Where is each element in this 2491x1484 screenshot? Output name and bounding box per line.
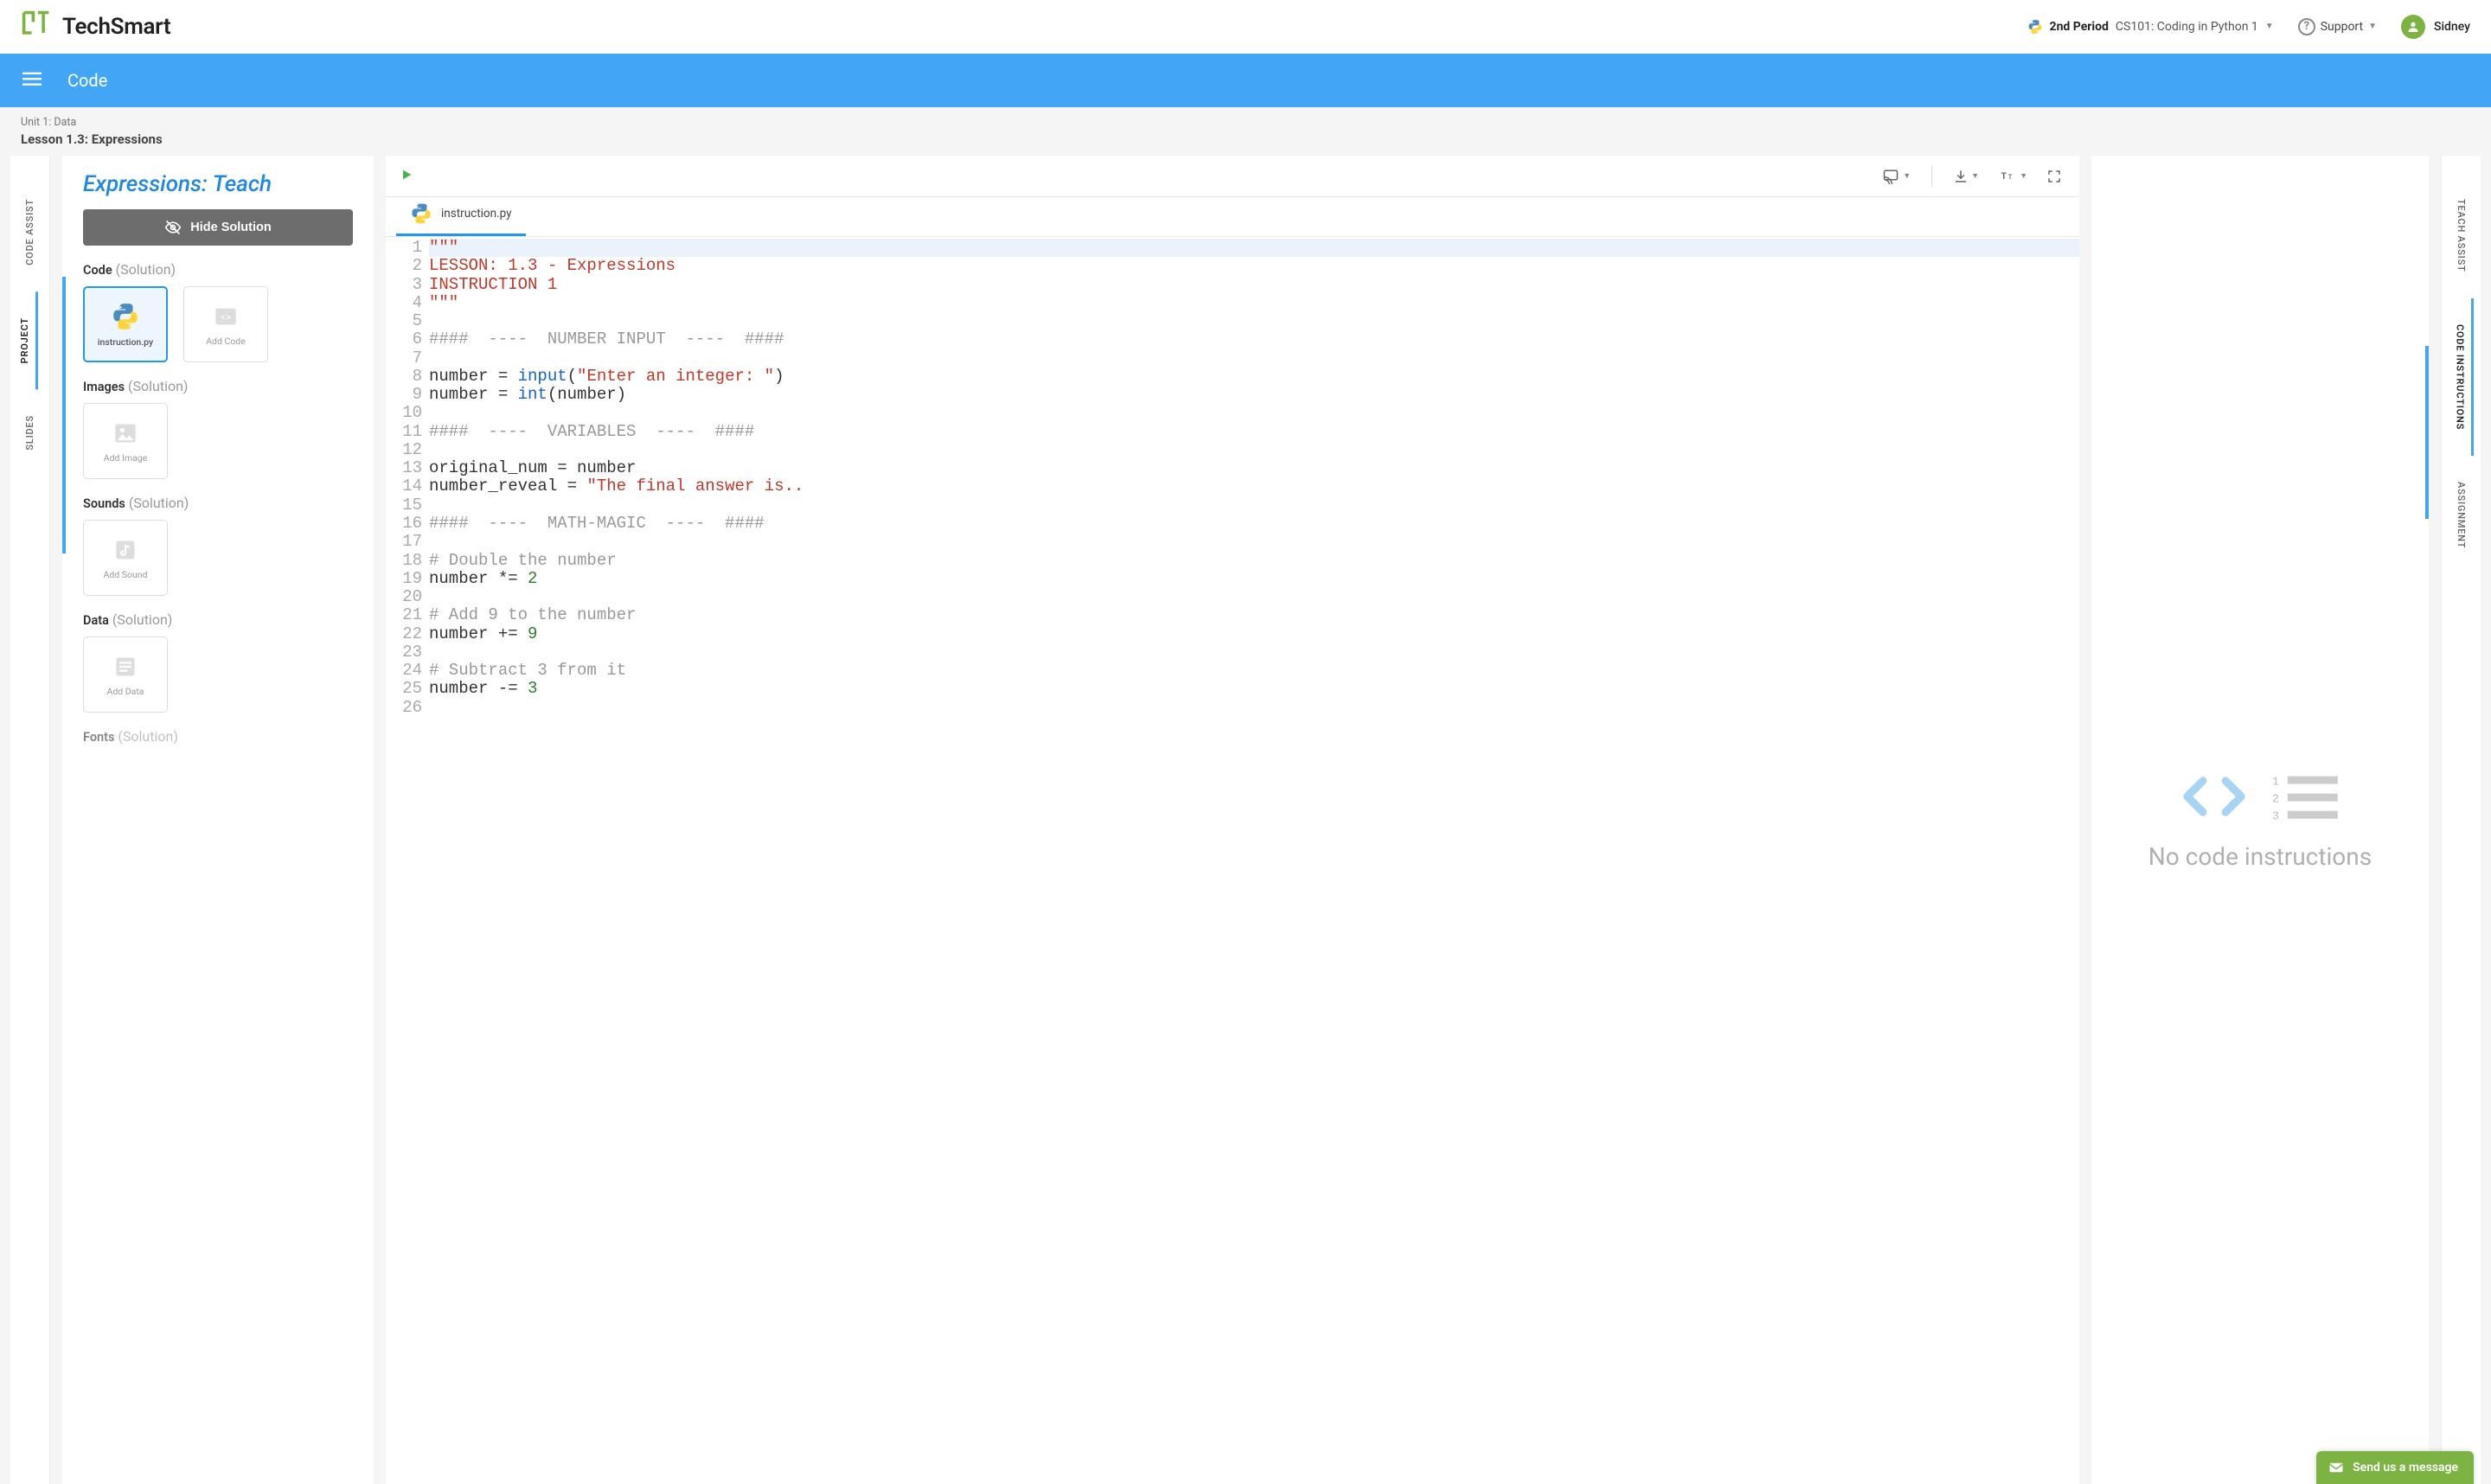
section-sounds: Sounds (Solution) Add Sound (83, 495, 353, 596)
rail-code-assist[interactable]: CODE ASSIST (24, 173, 35, 291)
svg-text:1: 1 (2272, 776, 2279, 789)
add-data-card[interactable]: Add Data (83, 636, 168, 713)
text-size-icon[interactable]: TT▼ (1995, 165, 2031, 188)
file-tab-label: instruction.py (441, 207, 512, 221)
section-sounds-sub: (Solution) (129, 495, 189, 511)
rail-assignment[interactable]: ASSIGNMENT (2456, 456, 2467, 574)
right-rail: TEACH ASSIST CODE INSTRUCTIONS ASSIGNMEN… (2441, 156, 2481, 1484)
active-marker (62, 277, 66, 553)
user-name: Sidney (2434, 20, 2470, 34)
download-icon[interactable]: ▼ (1950, 165, 1982, 188)
svg-text:T: T (2008, 173, 2013, 181)
techsmart-logo-icon (21, 10, 52, 44)
svg-text:T: T (2001, 170, 2008, 182)
brand-logo[interactable]: TechSmart (21, 10, 170, 44)
python-icon (111, 302, 140, 331)
rail-project[interactable]: PROJECT (19, 291, 38, 389)
section-code-label: Code (83, 263, 112, 278)
section-code: Code (Solution) instruction.py <> Add Co… (83, 261, 353, 362)
class-selector[interactable]: 2nd Period CS101: Coding in Python 1 ▼ (2027, 19, 2274, 35)
support-label: Support (2321, 20, 2363, 34)
data-placeholder-icon (108, 653, 143, 681)
svg-text:2: 2 (2272, 793, 2279, 806)
section-data-label: Data (83, 613, 109, 628)
add-sound-card[interactable]: Add Sound (83, 520, 168, 596)
project-panel: Expressions: Teach Hide Solution Code (S… (62, 156, 374, 1484)
menu-icon[interactable] (17, 64, 47, 97)
chat-button[interactable]: Send us a message (2316, 1451, 2474, 1484)
section-images-label: Images (83, 380, 125, 394)
python-icon (2027, 19, 2043, 35)
hide-solution-button[interactable]: Hide Solution (83, 209, 353, 246)
instructions-empty-icon: 1 2 3 (2180, 771, 2340, 822)
main-area: CODE ASSIST PROJECT SLIDES Expressions: … (0, 156, 2491, 1484)
section-code-sub: (Solution) (116, 261, 176, 278)
section-bar: Code (0, 54, 2491, 107)
python-icon (410, 202, 432, 225)
section-fonts-label: Fonts (83, 730, 114, 745)
line-gutter: 1234567891011121314151617181920212223242… (386, 239, 429, 717)
file-tab-row: instruction.py (386, 197, 2079, 237)
top-right-cluster: 2nd Period CS101: Coding in Python 1 ▼ ?… (2027, 15, 2470, 39)
chat-label: Send us a message (2353, 1461, 2458, 1474)
add-code-label: Add Code (206, 336, 246, 347)
rail-code-instructions[interactable]: CODE INSTRUCTIONS (2449, 298, 2474, 456)
breadcrumb-unit: Unit 1: Data (21, 116, 2470, 129)
section-data-sub: (Solution) (112, 611, 172, 628)
sound-placeholder-icon (108, 536, 143, 564)
section-fonts: Fonts (Solution) (83, 728, 353, 745)
brand-name: TechSmart (62, 14, 170, 40)
section-data: Data (Solution) Add Data (83, 611, 353, 713)
period-label: 2nd Period (2050, 20, 2109, 34)
section-title: Code (67, 70, 107, 91)
editor-area: ▼ ▼ TT▼ instruction.py 12345678910111213… (386, 156, 2079, 1484)
code-placeholder-icon: <> (208, 303, 243, 330)
image-placeholder-icon (108, 419, 143, 447)
breadcrumb-lesson: Lesson 1.3: Expressions (21, 131, 2470, 147)
section-images: Images (Solution) Add Image (83, 378, 353, 479)
instructions-pane: 1 2 3 No code instructions (2091, 156, 2429, 1484)
chevron-down-icon: ▼ (2368, 22, 2377, 31)
svg-text:3: 3 (2272, 810, 2279, 819)
code-lines[interactable]: """LESSON: 1.3 - ExpressionsINSTRUCTION … (429, 239, 2079, 717)
user-menu[interactable]: Sidney (2401, 15, 2470, 39)
add-image-card[interactable]: Add Image (83, 403, 168, 479)
section-sounds-label: Sounds (83, 496, 125, 511)
top-header: TechSmart 2nd Period CS101: Coding in Py… (0, 0, 2491, 54)
chevron-down-icon: ▼ (2265, 22, 2274, 31)
add-code-card[interactable]: <> Add Code (183, 286, 268, 362)
fullscreen-icon[interactable] (2043, 165, 2065, 188)
file-card-label: instruction.py (98, 336, 153, 348)
code-brackets-icon (2180, 771, 2248, 822)
project-title: Expressions: Teach (83, 171, 353, 197)
add-data-label: Add Data (106, 686, 144, 697)
list-icon: 1 2 3 (2272, 773, 2340, 820)
section-images-sub: (Solution) (128, 378, 188, 394)
instructions-empty-text: No code instructions (2148, 842, 2372, 871)
hide-solution-label: Hide Solution (190, 221, 271, 234)
rail-slides[interactable]: SLIDES (24, 389, 35, 477)
section-fonts-sub: (Solution) (118, 728, 177, 745)
course-label: CS101: Coding in Python 1 (2116, 20, 2258, 34)
cast-icon[interactable]: ▼ (1878, 165, 1914, 188)
help-icon: ? (2298, 18, 2315, 35)
svg-text:<>: <> (221, 310, 231, 323)
rail-teach-assist[interactable]: TEACH ASSIST (2456, 173, 2467, 298)
editor-toolbar: ▼ ▼ TT▼ (386, 156, 2079, 197)
support-menu[interactable]: ? Support ▼ (2298, 18, 2377, 35)
add-sound-label: Add Sound (103, 569, 147, 580)
breadcrumb: Unit 1: Data Lesson 1.3: Expressions (0, 107, 2491, 147)
code-editor[interactable]: 1234567891011121314151617181920212223242… (386, 237, 2079, 1484)
left-rail: CODE ASSIST PROJECT SLIDES (10, 156, 50, 1484)
file-tab-instruction[interactable]: instruction.py (396, 194, 526, 236)
mail-icon (2328, 1460, 2344, 1475)
avatar-icon (2401, 15, 2425, 39)
run-button[interactable] (400, 168, 413, 185)
eye-off-icon (164, 219, 182, 236)
active-marker (2425, 346, 2429, 519)
file-card-instruction[interactable]: instruction.py (83, 286, 168, 362)
add-image-label: Add Image (104, 452, 148, 464)
